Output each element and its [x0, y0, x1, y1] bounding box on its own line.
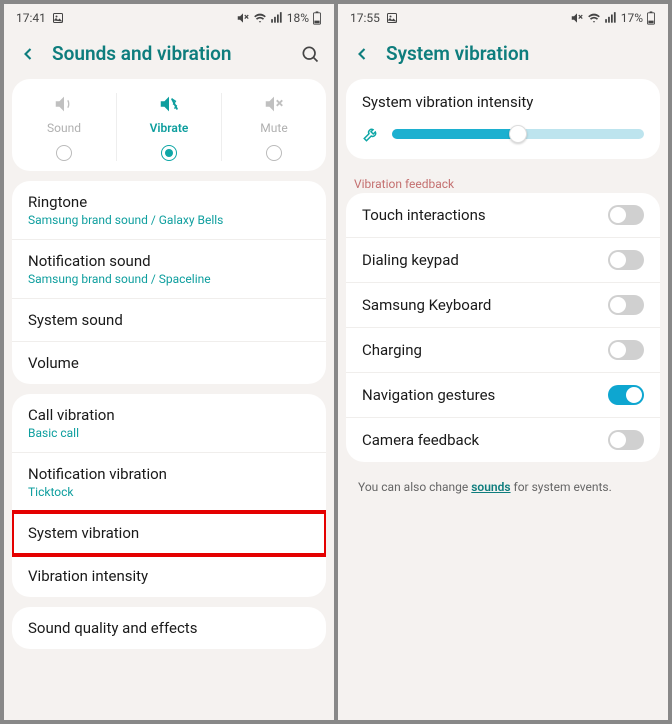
- item-title: System sound: [28, 311, 310, 329]
- item-title: Ringtone: [28, 193, 310, 211]
- mode-vibrate[interactable]: Vibrate: [117, 93, 222, 161]
- settings-item[interactable]: System vibration: [12, 512, 326, 555]
- toggle-label: Camera feedback: [362, 431, 479, 449]
- battery-pct: 17%: [621, 11, 643, 25]
- signal-icon: [604, 11, 618, 25]
- intensity-card: System vibration intensity: [346, 79, 660, 159]
- back-icon[interactable]: [352, 44, 372, 64]
- picture-icon: [52, 12, 64, 24]
- toggle-label: Charging: [362, 341, 422, 359]
- picture-icon: [386, 12, 398, 24]
- sound-quality-card: Sound quality and effects: [12, 607, 326, 649]
- battery-icon: [646, 11, 656, 25]
- item-title: Notification vibration: [28, 465, 310, 483]
- page-title: Sounds and vibration: [52, 42, 286, 65]
- sound-settings-card: Ringtone Samsung brand sound / Galaxy Bel…: [12, 181, 326, 384]
- item-title: Vibration intensity: [28, 567, 310, 585]
- back-icon[interactable]: [18, 44, 38, 64]
- vibration-settings-card: Call vibration Basic call Notification vib…: [12, 394, 326, 597]
- signal-icon: [270, 11, 284, 25]
- battery-icon: [312, 11, 322, 25]
- status-time: 17:55: [350, 11, 380, 25]
- slider-thumb[interactable]: [509, 125, 527, 143]
- settings-item[interactable]: Vibration intensity: [12, 555, 326, 597]
- right-screen: 17:55 17% System vibration System vibrat…: [338, 4, 668, 720]
- item-title: Sound quality and effects: [28, 619, 310, 637]
- settings-item[interactable]: Ringtone Samsung brand sound / Galaxy Bel…: [12, 181, 326, 240]
- page-title: System vibration: [386, 42, 654, 65]
- mute-icon: [263, 93, 285, 115]
- settings-item[interactable]: System sound: [12, 299, 326, 342]
- mute-status-icon: [570, 11, 584, 25]
- intensity-label: System vibration intensity: [346, 79, 660, 115]
- feedback-toggles-card: Touch interactions Dialing keypad Samsung …: [346, 193, 660, 462]
- settings-item[interactable]: Notification sound Samsung brand sound / …: [12, 240, 326, 299]
- item-subtitle: Basic call: [28, 426, 310, 440]
- item-title: Notification sound: [28, 252, 310, 270]
- search-icon[interactable]: [300, 44, 320, 64]
- item-subtitle: Samsung brand sound / Galaxy Bells: [28, 213, 310, 227]
- toggle-item[interactable]: Samsung Keyboard: [346, 283, 660, 328]
- radio-sound[interactable]: [56, 145, 72, 161]
- toggle-switch[interactable]: [608, 385, 644, 405]
- settings-item[interactable]: Call vibration Basic call: [12, 394, 326, 453]
- wrench-icon: [362, 125, 380, 143]
- mute-status-icon: [236, 11, 250, 25]
- wifi-icon: [587, 11, 601, 25]
- mode-sound-label: Sound: [47, 121, 81, 135]
- left-screen: 17:41 18% Sounds and vibration Sound Vib…: [4, 4, 334, 720]
- vibrate-icon: [158, 93, 180, 115]
- item-subtitle: Samsung brand sound / Spaceline: [28, 272, 310, 286]
- mode-mute-label: Mute: [260, 121, 287, 135]
- toggle-switch[interactable]: [608, 430, 644, 450]
- status-time: 17:41: [16, 11, 46, 25]
- wifi-icon: [253, 11, 267, 25]
- item-title: Volume: [28, 354, 310, 372]
- toggle-label: Touch interactions: [362, 206, 486, 224]
- toggle-switch[interactable]: [608, 340, 644, 360]
- header: System vibration: [338, 32, 668, 79]
- speaker-icon: [53, 93, 75, 115]
- footer-text: You can also change sounds for system ev…: [338, 472, 668, 502]
- toggle-item[interactable]: Touch interactions: [346, 193, 660, 238]
- mode-sound[interactable]: Sound: [12, 93, 117, 161]
- radio-vibrate[interactable]: [161, 145, 177, 161]
- status-bar: 17:55 17%: [338, 4, 668, 32]
- toggle-switch[interactable]: [608, 295, 644, 315]
- toggle-switch[interactable]: [608, 250, 644, 270]
- item-title: System vibration: [28, 524, 310, 542]
- settings-item[interactable]: Sound quality and effects: [12, 607, 326, 649]
- section-label: Vibration feedback: [338, 169, 668, 193]
- toggle-item[interactable]: Camera feedback: [346, 418, 660, 462]
- toggle-item[interactable]: Dialing keypad: [346, 238, 660, 283]
- settings-item[interactable]: Volume: [12, 342, 326, 384]
- radio-mute[interactable]: [266, 145, 282, 161]
- settings-item[interactable]: Notification vibration Ticktock: [12, 453, 326, 512]
- toggle-item[interactable]: Navigation gestures: [346, 373, 660, 418]
- mode-vibrate-label: Vibrate: [150, 121, 189, 135]
- toggle-item[interactable]: Charging: [346, 328, 660, 373]
- mode-selector-card: Sound Vibrate Mute: [12, 79, 326, 171]
- toggle-switch[interactable]: [608, 205, 644, 225]
- status-bar: 17:41 18%: [4, 4, 334, 32]
- toggle-label: Navigation gestures: [362, 386, 495, 404]
- toggle-label: Dialing keypad: [362, 251, 459, 269]
- intensity-slider[interactable]: [392, 129, 644, 139]
- battery-pct: 18%: [287, 11, 309, 25]
- toggle-label: Samsung Keyboard: [362, 296, 491, 314]
- item-title: Call vibration: [28, 406, 310, 424]
- header: Sounds and vibration: [4, 32, 334, 79]
- mode-mute[interactable]: Mute: [222, 93, 326, 161]
- sounds-link[interactable]: sounds: [471, 480, 510, 494]
- item-subtitle: Ticktock: [28, 485, 310, 499]
